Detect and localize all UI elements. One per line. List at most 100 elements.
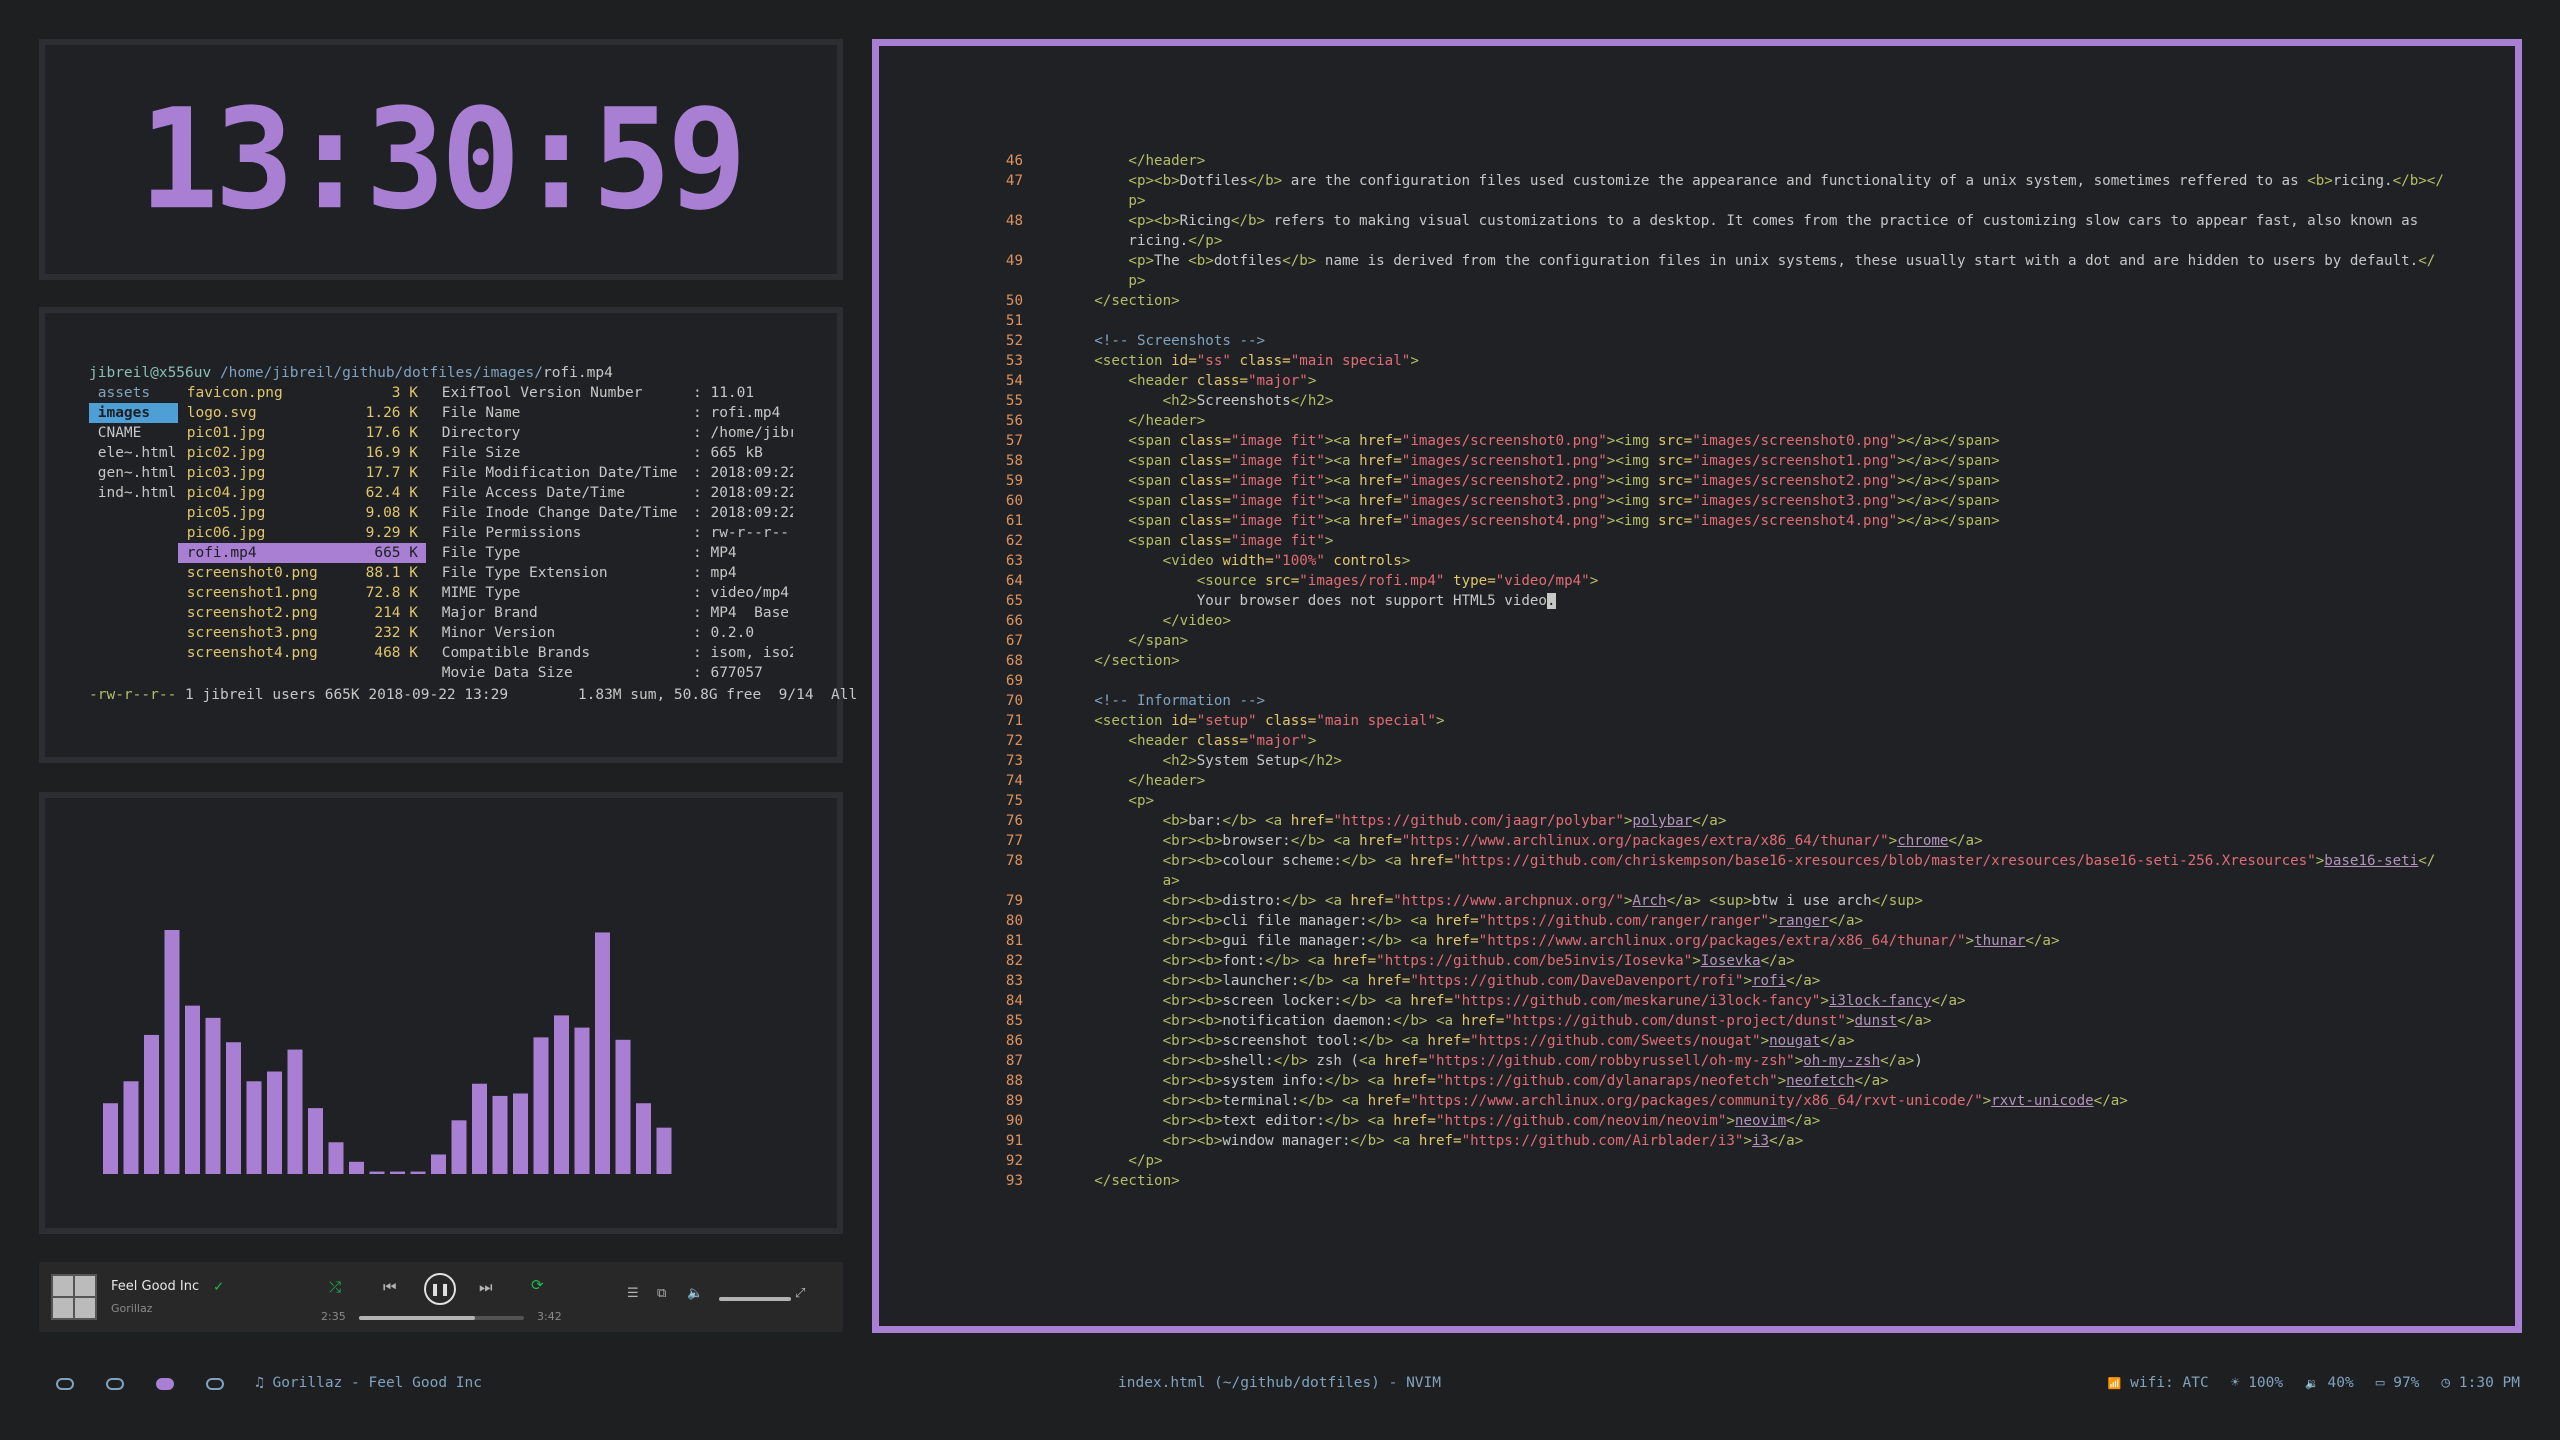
- code-line[interactable]: 81 <br><b>gui file manager:</b> <a href=…: [983, 931, 2444, 951]
- ranger-window[interactable]: jibreil@x556uv /home/jibreil/github/dotf…: [39, 307, 857, 763]
- code-line[interactable]: p>: [983, 271, 2444, 291]
- previous-icon[interactable]: ⏮: [383, 1278, 397, 1296]
- code-line[interactable]: 60 <span class="image fit"><a href="imag…: [983, 491, 2444, 511]
- repeat-icon[interactable]: ⟳: [531, 1276, 544, 1294]
- code-line[interactable]: 86 <br><b>screenshot tool:</b> <a href="…: [983, 1031, 2444, 1051]
- saved-check-icon[interactable]: ✓: [214, 1277, 223, 1295]
- parent-entry[interactable]: ele~.html: [89, 443, 178, 463]
- shuffle-icon[interactable]: ⤮: [329, 1278, 341, 1296]
- parent-entry[interactable]: images: [89, 403, 178, 423]
- code-line[interactable]: 84 <br><b>screen locker:</b> <a href="ht…: [983, 991, 2444, 1011]
- devices-icon[interactable]: ⧉: [657, 1286, 666, 1301]
- workspace-1[interactable]: [56, 1378, 74, 1390]
- code-line[interactable]: 79 <br><b>distro:</b> <a href="https://w…: [983, 891, 2444, 911]
- workspace-2[interactable]: [106, 1378, 124, 1390]
- code-line[interactable]: 63 <video width="100%" controls>: [983, 551, 2444, 571]
- play-pause-button[interactable]: ❚❚: [424, 1273, 456, 1305]
- code-line[interactable]: 77 <br><b>browser:</b> <a href="https://…: [983, 831, 2444, 851]
- code-line[interactable]: 85 <br><b>notification daemon:</b> <a hr…: [983, 1011, 2444, 1031]
- code-line[interactable]: 93 </section>: [983, 1171, 2444, 1191]
- code-line[interactable]: 82 <br><b>font:</b> <a href="https://git…: [983, 951, 2444, 971]
- spotify-player[interactable]: Feel Good Inc ✓ Gorillaz ⤮ ⏮ ❚❚ ⏭ ⟳ 2:35…: [39, 1262, 843, 1332]
- file-entry[interactable]: screenshot0.png 88.1 K: [178, 563, 426, 583]
- code-line[interactable]: 83 <br><b>launcher:</b> <a href="https:/…: [983, 971, 2444, 991]
- ranger-status-info: 1 jibreil users 665K 2018-09-22 13:29 1.…: [176, 687, 858, 703]
- code-line[interactable]: 49 <p>The <b>dotfiles</b> name is derive…: [983, 251, 2444, 271]
- code-line[interactable]: 66 </video>: [983, 611, 2444, 631]
- code-line[interactable]: 68 </section>: [983, 651, 2444, 671]
- track-title[interactable]: Feel Good Inc: [111, 1279, 199, 1294]
- file-entry[interactable]: pic04.jpg 62.4 K: [178, 483, 426, 503]
- file-entry[interactable]: pic05.jpg 9.08 K: [178, 503, 426, 523]
- code-line[interactable]: 73 <h2>System Setup</h2>: [983, 751, 2444, 771]
- code-line[interactable]: 52 <!-- Screenshots -->: [983, 331, 2444, 351]
- parent-entry[interactable]: gen~.html: [89, 463, 178, 483]
- code-line[interactable]: 72 <header class="major">: [983, 731, 2444, 751]
- file-entry[interactable]: pic01.jpg 17.6 K: [178, 423, 426, 443]
- code-line[interactable]: ricing.</p>: [983, 231, 2444, 251]
- code-line[interactable]: p>: [983, 191, 2444, 211]
- file-entry[interactable]: pic02.jpg 16.9 K: [178, 443, 426, 463]
- code-line[interactable]: 61 <span class="image fit"><a href="imag…: [983, 511, 2444, 531]
- code-line[interactable]: 50 </section>: [983, 291, 2444, 311]
- file-entry[interactable]: pic06.jpg 9.29 K: [178, 523, 426, 543]
- code-line[interactable]: 74 </header>: [983, 771, 2444, 791]
- code-line[interactable]: 80 <br><b>cli file manager:</b> <a href=…: [983, 911, 2444, 931]
- parent-entry[interactable]: CNAME: [89, 423, 178, 443]
- volume-icon[interactable]: 🔈: [687, 1286, 703, 1301]
- code-line[interactable]: a>: [983, 871, 2444, 891]
- nvim-window[interactable]: 46 </header> 47 <p><b>Dotfiles</b> are th…: [872, 39, 2522, 1333]
- code-line[interactable]: 48 <p><b>Ricing</b> refers to making vis…: [983, 211, 2444, 231]
- code-line[interactable]: 87 <br><b>shell:</b> zsh (<a href="https…: [983, 1051, 2444, 1071]
- line-text: ricing.</p>: [1043, 233, 1223, 249]
- file-entry[interactable]: favicon.png 3 K: [178, 383, 426, 403]
- ranger-status-line: -rw-r--r-- 1 jibreil users 665K 2018-09-…: [89, 685, 857, 705]
- file-entry[interactable]: pic03.jpg 17.7 K: [178, 463, 426, 483]
- bar-music[interactable]: ♫ Gorillaz - Feel Good Inc: [255, 1375, 482, 1391]
- code-line[interactable]: 88 <br><b>system info:</b> <a href="http…: [983, 1071, 2444, 1091]
- code-line[interactable]: 89 <br><b>terminal:</b> <a href="https:/…: [983, 1091, 2444, 1111]
- code-line[interactable]: 46 </header>: [983, 151, 2444, 171]
- code-line[interactable]: 53 <section id="ss" class="main special"…: [983, 351, 2444, 371]
- file-entry[interactable]: screenshot3.png 232 K: [178, 623, 426, 643]
- code-line[interactable]: 92 </p>: [983, 1151, 2444, 1171]
- code-line[interactable]: 65 Your browser does not support HTML5 v…: [983, 591, 2444, 611]
- code-line[interactable]: 67 </span>: [983, 631, 2444, 651]
- progress-bar[interactable]: [359, 1316, 524, 1320]
- code-line[interactable]: 76 <b>bar:</b> <a href="https://github.c…: [983, 811, 2444, 831]
- code-line[interactable]: 56 </header>: [983, 411, 2444, 431]
- code-line[interactable]: 59 <span class="image fit"><a href="imag…: [983, 471, 2444, 491]
- clock-time: 13:30:59: [139, 78, 747, 241]
- file-entry[interactable]: rofi.mp4 665 K: [178, 543, 426, 563]
- code-buffer[interactable]: 46 </header> 47 <p><b>Dotfiles</b> are th…: [983, 151, 2444, 1191]
- code-line[interactable]: 47 <p><b>Dotfiles</b> are the configurat…: [983, 171, 2444, 191]
- code-line[interactable]: 70 <!-- Information -->: [983, 691, 2444, 711]
- code-line[interactable]: 91 <br><b>window manager:</b> <a href="h…: [983, 1131, 2444, 1151]
- code-line[interactable]: 90 <br><b>text editor:</b> <a href="http…: [983, 1111, 2444, 1131]
- code-line[interactable]: 55 <h2>Screenshots</h2>: [983, 391, 2444, 411]
- queue-icon[interactable]: ☰: [627, 1286, 639, 1301]
- workspace-3[interactable]: [156, 1378, 174, 1390]
- code-line[interactable]: 78 <br><b>colour scheme:</b> <a href="ht…: [983, 851, 2444, 871]
- code-line[interactable]: 71 <section id="setup" class="main speci…: [983, 711, 2444, 731]
- code-line[interactable]: 58 <span class="image fit"><a href="imag…: [983, 451, 2444, 471]
- parent-entry[interactable]: assets: [89, 383, 178, 403]
- file-entry[interactable]: screenshot1.png 72.8 K: [178, 583, 426, 603]
- code-line[interactable]: 51: [983, 311, 2444, 331]
- code-line[interactable]: 62 <span class="image fit">: [983, 531, 2444, 551]
- album-art[interactable]: [51, 1274, 97, 1320]
- code-line[interactable]: 54 <header class="major">: [983, 371, 2444, 391]
- code-line[interactable]: 64 <source src="images/rofi.mp4" type="v…: [983, 571, 2444, 591]
- fullscreen-icon[interactable]: ⤢: [795, 1286, 805, 1301]
- file-entry[interactable]: screenshot4.png 468 K: [178, 643, 426, 663]
- file-entry[interactable]: logo.svg 1.26 K: [178, 403, 426, 423]
- code-line[interactable]: 57 <span class="image fit"><a href="imag…: [983, 431, 2444, 451]
- parent-entry[interactable]: ind~.html: [89, 483, 178, 503]
- next-icon[interactable]: ⏭: [479, 1278, 493, 1296]
- file-entry[interactable]: screenshot2.png 214 K: [178, 603, 426, 623]
- workspace-4[interactable]: [206, 1378, 224, 1390]
- code-line[interactable]: 69: [983, 671, 2444, 691]
- volume-slider[interactable]: [719, 1297, 791, 1301]
- track-artist[interactable]: Gorillaz: [111, 1302, 152, 1315]
- code-line[interactable]: 75 <p>: [983, 791, 2444, 811]
